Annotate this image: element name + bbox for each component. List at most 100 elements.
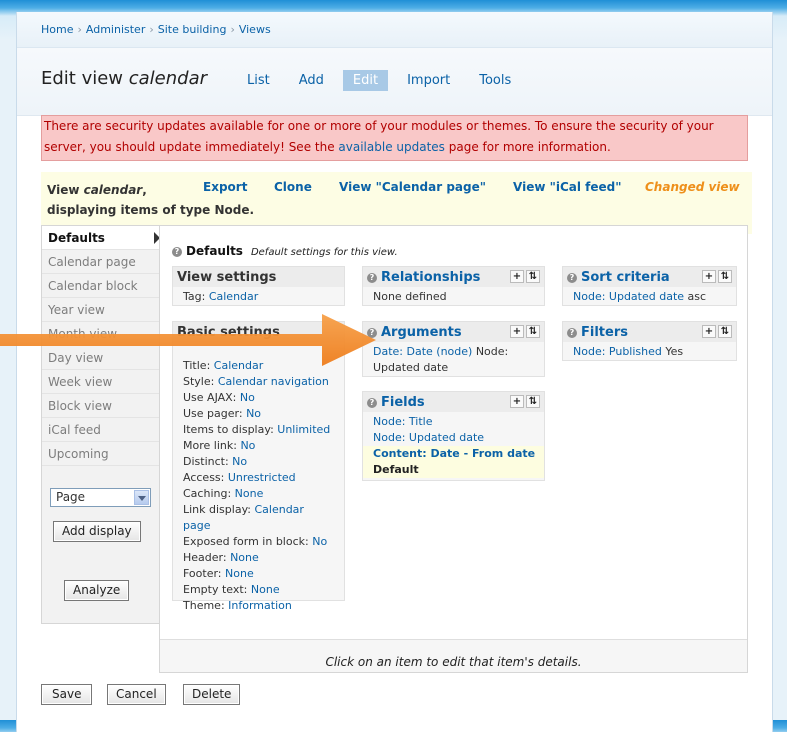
- setting-label: Use AJAX:: [183, 391, 240, 404]
- setting-value-link[interactable]: None: [251, 583, 280, 596]
- display-tab-week-view[interactable]: Week view: [42, 370, 160, 394]
- view-settings-title: View settings: [173, 267, 344, 287]
- setting-value-link[interactable]: No: [312, 535, 327, 548]
- add-display-button[interactable]: Add display: [53, 521, 141, 542]
- display-tab-defaults[interactable]: Defaults: [42, 226, 160, 250]
- basic-setting-row: Style: Calendar navigation: [183, 374, 334, 390]
- add-icon[interactable]: +: [702, 270, 716, 283]
- setting-label: Style:: [183, 375, 218, 388]
- setting-value-link[interactable]: No: [246, 407, 261, 420]
- display-tab-block-view[interactable]: Block view: [42, 394, 160, 418]
- basic-setting-row: More link: No: [183, 438, 334, 454]
- tab-edit[interactable]: Edit: [342, 70, 389, 91]
- basic-setting-row: Link display: Calendar page: [183, 502, 334, 534]
- edit-hint: Click on an item to edit that item's det…: [160, 639, 747, 672]
- setting-value-link[interactable]: Calendar navigation: [218, 375, 329, 388]
- relationships-body: None defined: [373, 290, 447, 303]
- tab-list[interactable]: List: [237, 70, 280, 91]
- clone-link[interactable]: Clone: [274, 180, 312, 194]
- basic-setting-row: Use AJAX: No: [183, 390, 334, 406]
- sort-updated-date-link[interactable]: Node: Updated date: [573, 290, 684, 303]
- analyze-button[interactable]: Analyze: [64, 580, 130, 601]
- breadcrumb: Home › Administer › Site building › Views: [41, 23, 271, 36]
- setting-value-link[interactable]: No: [240, 439, 255, 452]
- filter-published-link[interactable]: Node: Published: [573, 345, 662, 358]
- display-tab-upcoming[interactable]: Upcoming: [42, 442, 160, 466]
- breadcrumb-views[interactable]: Views: [239, 23, 271, 36]
- view-ical-feed-link[interactable]: View "iCal feed": [513, 180, 622, 194]
- setting-value-link[interactable]: None: [230, 551, 259, 564]
- arguments-box: ? Arguments + ⇅ Date: Date (node) Node: Up…: [362, 321, 545, 377]
- setting-label: Empty text:: [183, 583, 251, 596]
- breadcrumb-home[interactable]: Home: [41, 23, 73, 36]
- setting-value-link[interactable]: No: [232, 455, 247, 468]
- breadcrumb-bar: Home › Administer › Site building › Views: [17, 12, 772, 48]
- setting-label: Footer:: [183, 567, 226, 580]
- rearrange-icon[interactable]: ⇅: [526, 395, 540, 408]
- tab-tools[interactable]: Tools: [469, 70, 521, 91]
- display-tab-ical-feed[interactable]: iCal feed: [42, 418, 160, 442]
- display-tab-calendar-block[interactable]: Calendar block: [42, 274, 160, 298]
- basic-settings-list: Title: Calendar Style: Calendar navigatio…: [173, 342, 344, 616]
- add-icon[interactable]: +: [510, 325, 524, 338]
- argument-date-link[interactable]: Date: Date (node): [373, 345, 472, 358]
- setting-label: Theme:: [183, 599, 229, 612]
- delete-button[interactable]: Delete: [183, 684, 241, 705]
- export-link[interactable]: Export: [203, 180, 247, 194]
- field-node-updated-link[interactable]: Node: Updated date: [373, 431, 484, 444]
- breadcrumb-administer[interactable]: Administer: [86, 23, 145, 36]
- basic-setting-row: Items to display: Unlimited: [183, 422, 334, 438]
- setting-label: Use pager:: [183, 407, 247, 420]
- help-icon[interactable]: ?: [367, 398, 377, 408]
- add-icon[interactable]: +: [510, 270, 524, 283]
- view-calendar-page-link[interactable]: View "Calendar page": [339, 180, 486, 194]
- display-settings-panel: ? Defaults Default settings for this view.…: [159, 225, 748, 673]
- basic-setting-row: Caching: None: [183, 486, 334, 502]
- display-tab-calendar-page[interactable]: Calendar page: [42, 250, 160, 274]
- page-title: Edit view calendar: [41, 68, 208, 89]
- cancel-button[interactable]: Cancel: [107, 684, 166, 705]
- defaults-heading: ? Defaults Default settings for this view.: [172, 244, 398, 258]
- add-icon[interactable]: +: [702, 325, 716, 338]
- display-type-select[interactable]: Page: [50, 488, 151, 507]
- setting-label: More link:: [183, 439, 241, 452]
- tab-bar: List Add Edit Import Tools: [237, 70, 530, 91]
- relationships-box: ? Relationships + ⇅ None defined: [362, 266, 545, 306]
- field-node-title-link[interactable]: Node: Title: [373, 415, 433, 428]
- setting-label: Header:: [183, 551, 231, 564]
- rearrange-icon[interactable]: ⇅: [526, 270, 540, 283]
- available-updates-link[interactable]: available updates: [338, 140, 445, 154]
- setting-value-link[interactable]: None: [225, 567, 254, 580]
- setting-value-link[interactable]: None: [235, 487, 264, 500]
- rearrange-icon[interactable]: ⇅: [718, 270, 732, 283]
- basic-setting-row: Use pager: No: [183, 406, 334, 422]
- basic-setting-row: Footer: None: [183, 566, 334, 582]
- setting-value-link[interactable]: Unrestricted: [228, 471, 296, 484]
- setting-value-link[interactable]: No: [240, 391, 255, 404]
- help-icon[interactable]: ?: [567, 273, 577, 283]
- basic-setting-row: Distinct: No: [183, 454, 334, 470]
- filters-box: ? Filters + ⇅ Node: Published Yes: [562, 321, 737, 361]
- setting-value-link[interactable]: Unlimited: [277, 423, 330, 436]
- help-icon[interactable]: ?: [367, 273, 377, 283]
- save-button[interactable]: Save: [41, 684, 93, 705]
- fields-box: ? Fields + ⇅ Node: Title Node: Updated dat…: [362, 391, 545, 481]
- field-content-date-link[interactable]: Content: Date - From date: [373, 447, 535, 460]
- help-icon[interactable]: ?: [567, 328, 577, 338]
- breadcrumb-site-building[interactable]: Site building: [158, 23, 227, 36]
- setting-label: Exposed form in block:: [183, 535, 313, 548]
- basic-setting-row: Exposed form in block: No: [183, 534, 334, 550]
- tab-import[interactable]: Import: [397, 70, 460, 91]
- tab-add[interactable]: Add: [289, 70, 334, 91]
- tag-value-link[interactable]: Calendar: [209, 290, 258, 303]
- help-icon[interactable]: ?: [172, 247, 182, 257]
- rearrange-icon[interactable]: ⇅: [718, 325, 732, 338]
- rearrange-icon[interactable]: ⇅: [526, 325, 540, 338]
- page-container: Home › Administer › Site building › Views Edit…: [16, 12, 773, 732]
- add-icon[interactable]: +: [510, 395, 524, 408]
- basic-setting-row: Theme: Information: [183, 598, 334, 614]
- basic-setting-row: Access: Unrestricted: [183, 470, 334, 486]
- setting-label: Distinct:: [183, 455, 233, 468]
- changed-view-indicator: Changed view: [645, 180, 740, 194]
- setting-value-link[interactable]: Information: [228, 599, 292, 612]
